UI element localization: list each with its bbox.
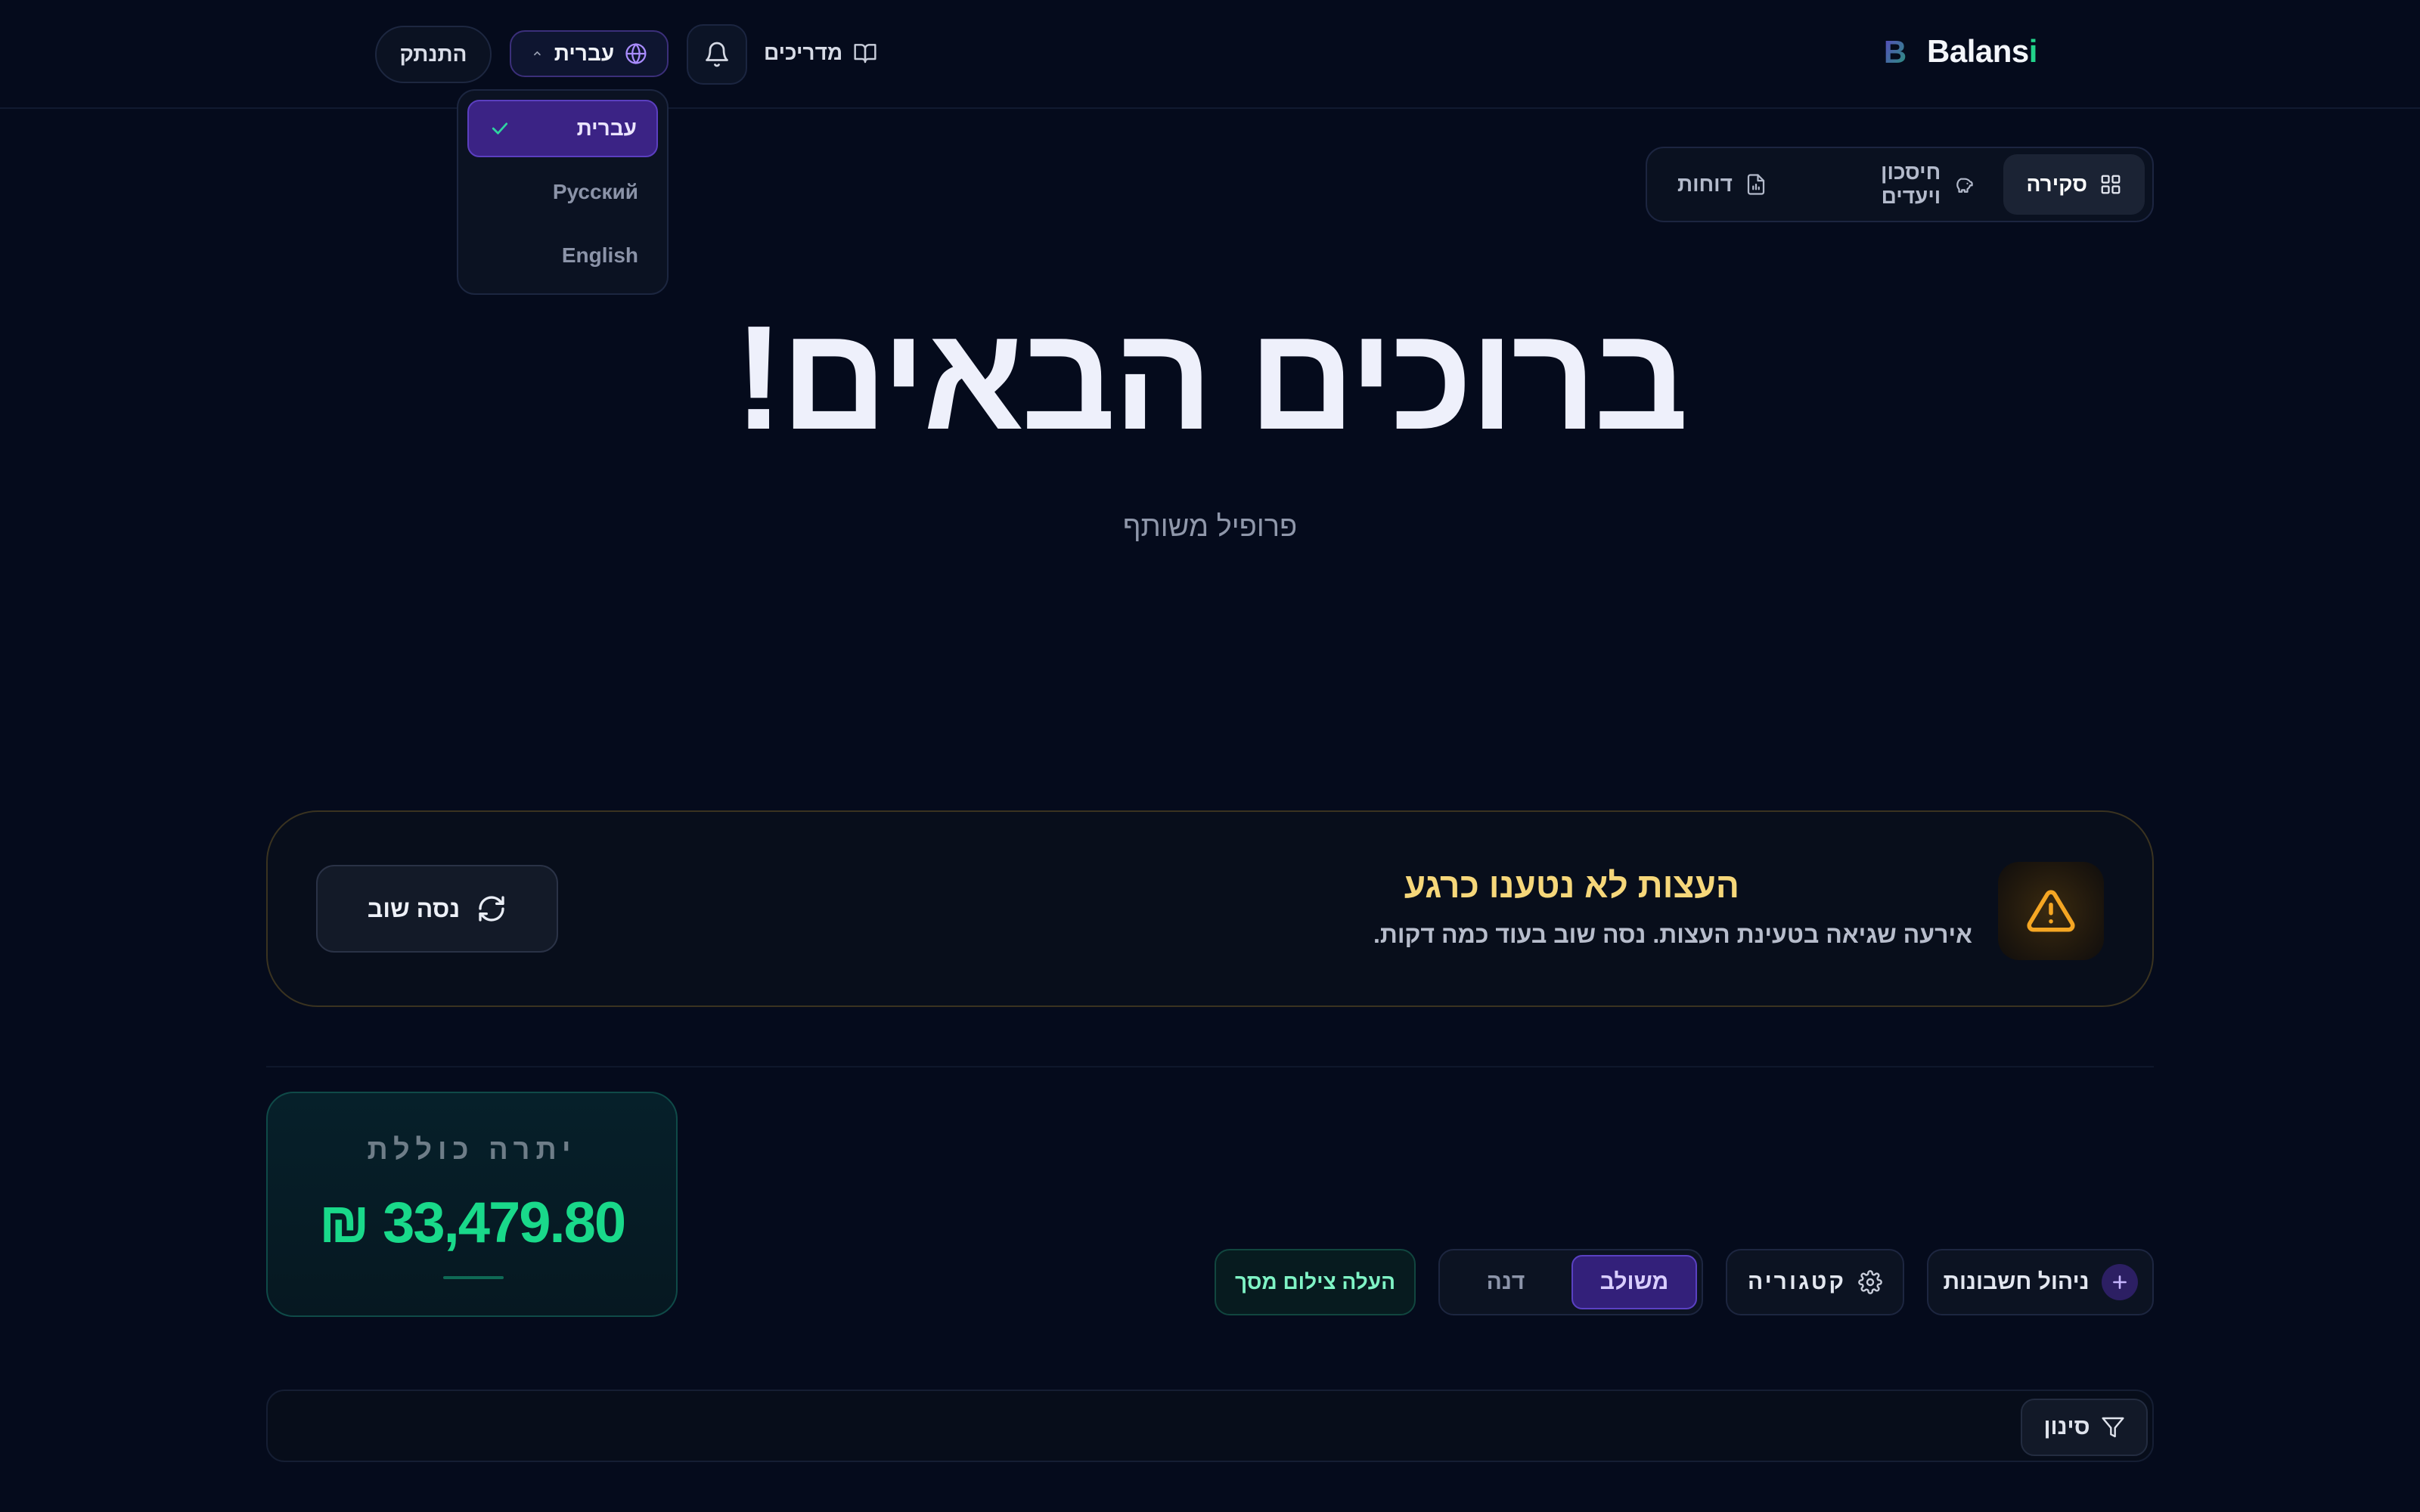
category-label: קטגוריה (1747, 1269, 1847, 1294)
balance-underline (443, 1276, 504, 1279)
gear-icon (1858, 1270, 1882, 1294)
filter-button[interactable]: סינון (2021, 1399, 2148, 1456)
tips-error-alert: העצות לא נטענו כרגע אירעה שגיאה בטעינת ה… (266, 810, 2154, 1007)
language-dropdown-menu: עברית Русский English (457, 89, 669, 295)
refresh-icon (479, 896, 504, 922)
profile-subtitle: פרופיל משותף (1122, 511, 1298, 543)
globe-icon (625, 42, 647, 65)
language-option-label: English (561, 243, 638, 267)
tab-savings-goals[interactable]: חיסכון ויעדים (1796, 154, 1998, 215)
top-bar: B Balansi מדריכים עברית התנתק (0, 0, 2420, 109)
guides-label: מדריכים (764, 41, 843, 64)
balance-label: יתרה כוללת (367, 1134, 577, 1166)
category-button[interactable]: קטגוריה (1726, 1249, 1904, 1315)
chevron-up-icon (534, 51, 541, 56)
manage-accounts-button[interactable]: ניהול חשבונות (1927, 1249, 2154, 1315)
guides-link[interactable]: מדריכים (764, 29, 877, 77)
book-open-icon (854, 44, 876, 64)
total-balance-card: יתרה כוללת ₪ 33,479.80 (266, 1092, 678, 1317)
plus-icon (2112, 1275, 2127, 1289)
tab-reports[interactable]: דוחות (1655, 154, 1790, 215)
alert-title: העצות לא נטענו כרגע (1404, 866, 1739, 905)
tab-overview[interactable]: סקירה (2003, 154, 2145, 215)
language-option-label: עברית (576, 116, 637, 140)
language-option-english[interactable]: English (467, 227, 658, 284)
brand-name: Balansi (1927, 33, 2037, 69)
tab-label: דוחות (1677, 172, 1733, 196)
mode-option-combined[interactable]: משולב (1571, 1255, 1697, 1309)
page-title: ברוכים הבאים! (734, 295, 1689, 460)
retry-label: נסה שוב (367, 894, 461, 922)
balansi-logo-icon: B (1884, 35, 1907, 68)
tab-label: סקירה (2026, 172, 2087, 196)
balance-value: ₪ 33,479.80 (318, 1191, 626, 1255)
alert-message: אירעה שגיאה בטעינת העצות. נסה שוב בעוד כ… (1373, 921, 1972, 948)
mode-option-dana[interactable]: דנה (1444, 1255, 1567, 1309)
bell-icon (706, 42, 728, 67)
tab-label: חיסכון ויעדים (1881, 160, 1941, 208)
language-label: עברית (554, 42, 615, 65)
piggy-bank-icon (1956, 178, 1973, 193)
section-divider (266, 1066, 2154, 1067)
check-icon (492, 122, 508, 135)
logout-button[interactable]: התנתק (375, 26, 492, 83)
profile-mode-toggle: משולב דנה (1438, 1249, 1703, 1315)
language-option-label: Русский (552, 180, 638, 203)
main-tabs: סקירה חיסכון ויעדים דוחות (1646, 147, 2154, 222)
report-icon (1747, 174, 1765, 195)
language-selector[interactable]: עברית (510, 30, 669, 77)
warning-icon-badge (1998, 862, 2104, 960)
language-option-russian[interactable]: Русский (467, 163, 658, 221)
brand-logo[interactable]: B Balansi (1880, 29, 2038, 74)
warning-icon (2027, 890, 2075, 932)
filter-funnel-icon (2101, 1417, 2124, 1438)
upload-screenshot-button[interactable]: העלה צילום מסך (1215, 1249, 1416, 1315)
plus-icon-badge (2101, 1264, 2138, 1300)
svg-text:B: B (1884, 35, 1907, 68)
manage-accounts-label: ניהול חשבונות (1943, 1269, 2090, 1294)
retry-button[interactable]: נסה שוב (316, 865, 558, 953)
filter-bar: סינון (266, 1390, 2154, 1462)
notifications-button[interactable] (687, 24, 747, 85)
filter-label: סינון (2043, 1414, 2090, 1439)
language-option-hebrew[interactable]: עברית (467, 100, 658, 157)
logout-label: התנתק (399, 42, 467, 66)
grid-icon (2101, 175, 2121, 194)
